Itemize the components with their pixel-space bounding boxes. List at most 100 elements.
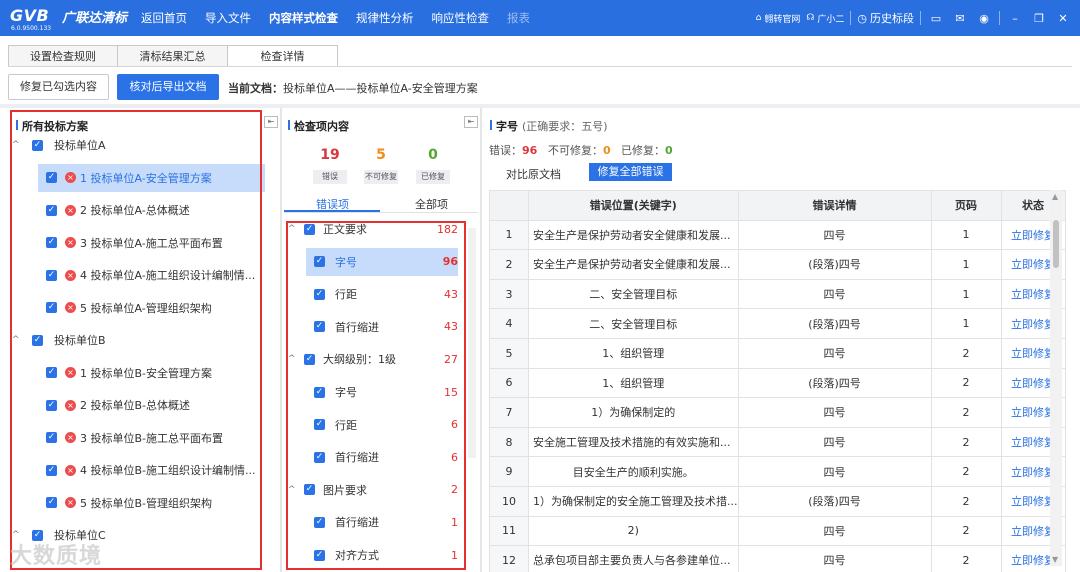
table-row[interactable]: 12 总承包项目部主要负责人与各参建单位... 四号 2 立即修复 (489, 545, 1066, 572)
scroll-up-icon[interactable]: ▲ (1052, 192, 1058, 201)
restore-icon[interactable]: ❐ (1030, 12, 1048, 25)
user-icon[interactable]: ◉ (975, 12, 993, 25)
error-detail: (段落)四号 (737, 367, 932, 399)
history-link[interactable]: ◷ 历史标段 (857, 10, 914, 26)
tree-doc[interactable]: ✓ × 3 投标单位A-施工总平面布置 (38, 229, 265, 257)
tab-summary[interactable]: 清标结果汇总 (118, 45, 228, 67)
check-item[interactable]: ✓ 字号 15 (306, 378, 458, 406)
tree-group[interactable]: ^ ✓ 投标单位B (12, 326, 262, 354)
check-item[interactable]: ✓ 首行缩进 1 (306, 508, 458, 536)
check-item[interactable]: ✓ 首行缩进 43 (306, 313, 458, 341)
compare-original-button[interactable]: 对比原文档 (506, 166, 561, 182)
table-scrollbar[interactable]: ▲ ▼ (1050, 190, 1062, 566)
check-item[interactable]: ✓ 对齐方式 1 (306, 541, 458, 569)
check-group[interactable]: ^ ✓ 正文要求 182 (288, 215, 458, 243)
check-group[interactable]: ^ ✓ 图片要求 2 (288, 476, 458, 504)
page-tabs: 设置检查规则 清标结果汇总 检查详情 (8, 45, 338, 67)
tree-doc[interactable]: ✓ × 1 投标单位A-安全管理方案 (38, 163, 265, 192)
nav-report[interactable]: 报表 (498, 0, 539, 36)
assistant-link[interactable]: ☊ 广小二 (806, 12, 844, 25)
checkbox[interactable]: ✓ (314, 516, 325, 528)
message-icon[interactable]: ✉ (951, 12, 969, 25)
tab-check-rules[interactable]: 设置检查规则 (8, 45, 118, 67)
chevron-up-icon[interactable]: ^ (12, 335, 22, 345)
scroll-thumb[interactable] (1053, 220, 1059, 268)
official-site-link[interactable]: ⌂ 翱转官网 (756, 12, 801, 25)
checkbox[interactable]: ✓ (46, 464, 57, 476)
nav-pattern-analysis[interactable]: 规律性分析 (347, 0, 423, 36)
check-item[interactable]: ✓ 行距 6 (306, 411, 458, 439)
collapse-icon[interactable]: ⇤ (264, 116, 278, 128)
checkbox[interactable]: ✓ (46, 269, 57, 281)
checkbox[interactable]: ✓ (304, 223, 315, 235)
check-item[interactable]: ✓ 行距 43 (306, 280, 458, 308)
nav-response-check[interactable]: 响应性检查 (423, 0, 499, 36)
checkbox[interactable]: ✓ (32, 139, 43, 151)
table-row[interactable]: 2 安全生产是保护劳动者安全健康和发展... (段落)四号 1 立即修复 (489, 249, 1066, 280)
checkbox[interactable]: ✓ (304, 484, 315, 496)
checkbox[interactable]: ✓ (46, 399, 57, 411)
nav-content-check[interactable]: 内容样式检查 (260, 0, 347, 36)
export-button[interactable]: 核对后导出文档 (117, 74, 219, 100)
table-row[interactable]: 7 1）为确保制定的 四号 2 立即修复 (489, 397, 1066, 428)
tree-doc[interactable]: ✓ × 4 投标单位B-施工组织设计编制情... (38, 456, 265, 484)
table-row[interactable]: 6 1、组织管理 (段落)四号 2 立即修复 (489, 367, 1066, 399)
tree-doc[interactable]: ✓ × 5 投标单位B-管理组织架构 (38, 489, 265, 517)
check-group[interactable]: ^ ✓ 大纲级别：1级 27 (288, 345, 458, 373)
scrollbar[interactable] (468, 228, 476, 458)
checkbox[interactable]: ✓ (46, 497, 57, 508)
table-row[interactable]: 9 目安全生产的顺利实施。 四号 2 立即修复 (489, 456, 1066, 487)
checkbox[interactable]: ✓ (314, 451, 325, 463)
scroll-down-icon[interactable]: ▼ (1052, 555, 1058, 564)
checkbox[interactable]: ✓ (46, 204, 57, 216)
error-icon: × (65, 237, 76, 248)
checkbox[interactable]: ✓ (314, 321, 325, 333)
table-row[interactable]: 5 1、组织管理 四号 2 立即修复 (489, 337, 1066, 369)
collapse-icon[interactable]: ⇤ (464, 116, 478, 128)
tab-check-details[interactable]: 检查详情 (228, 45, 338, 67)
checkbox[interactable]: ✓ (314, 386, 325, 398)
table-row[interactable]: 1 安全生产是保护劳动者安全健康和发展... 四号 1 立即修复 (489, 219, 1066, 251)
tab-all-items[interactable]: 全部项 (415, 196, 448, 212)
check-item[interactable]: ✓ 首行缩进 6 (306, 443, 458, 471)
tree-group[interactable]: ^ ✓ 投标单位A (12, 131, 262, 159)
tree-doc[interactable]: ✓ × 2 投标单位B-总体概述 (38, 391, 265, 419)
nav-import[interactable]: 导入文件 (196, 0, 260, 36)
checkbox[interactable]: ✓ (46, 432, 57, 443)
tree-doc[interactable]: ✓ × 1 投标单位B-安全管理方案 (38, 359, 265, 387)
divider (850, 11, 852, 25)
checkbox[interactable]: ✓ (46, 172, 57, 183)
checkbox[interactable]: ✓ (314, 256, 325, 268)
tree-doc[interactable]: ✓ × 2 投标单位A-总体概述 (38, 196, 265, 224)
close-icon[interactable]: ✕ (1054, 12, 1072, 25)
checkbox[interactable]: ✓ (314, 419, 325, 431)
checkbox[interactable]: ✓ (314, 288, 325, 300)
tree-doc[interactable]: ✓ × 4 投标单位A-施工组织设计编制情... (38, 261, 265, 289)
fix-all-button[interactable]: 修复全部错误 (589, 163, 672, 181)
tree-doc[interactable]: ✓ × 5 投标单位A-管理组织架构 (38, 294, 265, 322)
checkbox[interactable]: ✓ (46, 367, 57, 378)
checkbox[interactable]: ✓ (46, 302, 57, 313)
chevron-up-icon[interactable]: ^ (288, 485, 298, 495)
fix-selected-button[interactable]: 修复已勾选内容 (8, 74, 109, 100)
error-location: 安全生产是保护劳动者安全健康和发展... (528, 219, 739, 251)
table-row[interactable]: 10 1）为确保制定的安全施工管理及技术措... (段落)四号 2 立即修复 (489, 485, 1066, 517)
minimize-icon[interactable]: – (1006, 12, 1024, 25)
table-row[interactable]: 4 二、安全管理目标 (段落)四号 1 立即修复 (489, 308, 1066, 339)
error-location: 总承包项目部主要负责人与各参建单位... (528, 545, 739, 572)
chevron-up-icon[interactable]: ^ (288, 354, 298, 364)
checkbox[interactable]: ✓ (46, 237, 57, 248)
table-row[interactable]: 11 2) 四号 2 立即修复 (489, 515, 1066, 547)
check-item[interactable]: ✓ 字号 96 (306, 247, 458, 276)
checkbox[interactable]: ✓ (32, 334, 43, 346)
checkbox[interactable]: ✓ (314, 549, 325, 561)
chevron-up-icon[interactable]: ^ (12, 140, 22, 150)
tree-doc[interactable]: ✓ × 3 投标单位B-施工总平面布置 (38, 424, 265, 452)
feedback-icon[interactable]: ▭ (927, 12, 945, 25)
table-row[interactable]: 3 二、安全管理目标 四号 1 立即修复 (489, 278, 1066, 310)
chevron-up-icon[interactable]: ^ (288, 224, 298, 234)
watermark: 大数质境 (10, 544, 103, 569)
table-row[interactable]: 8 安全施工管理及技术措施的有效实施和... 四号 2 立即修复 (489, 426, 1066, 458)
checkbox[interactable]: ✓ (304, 353, 315, 365)
nav-home[interactable]: 返回首页 (132, 0, 196, 36)
